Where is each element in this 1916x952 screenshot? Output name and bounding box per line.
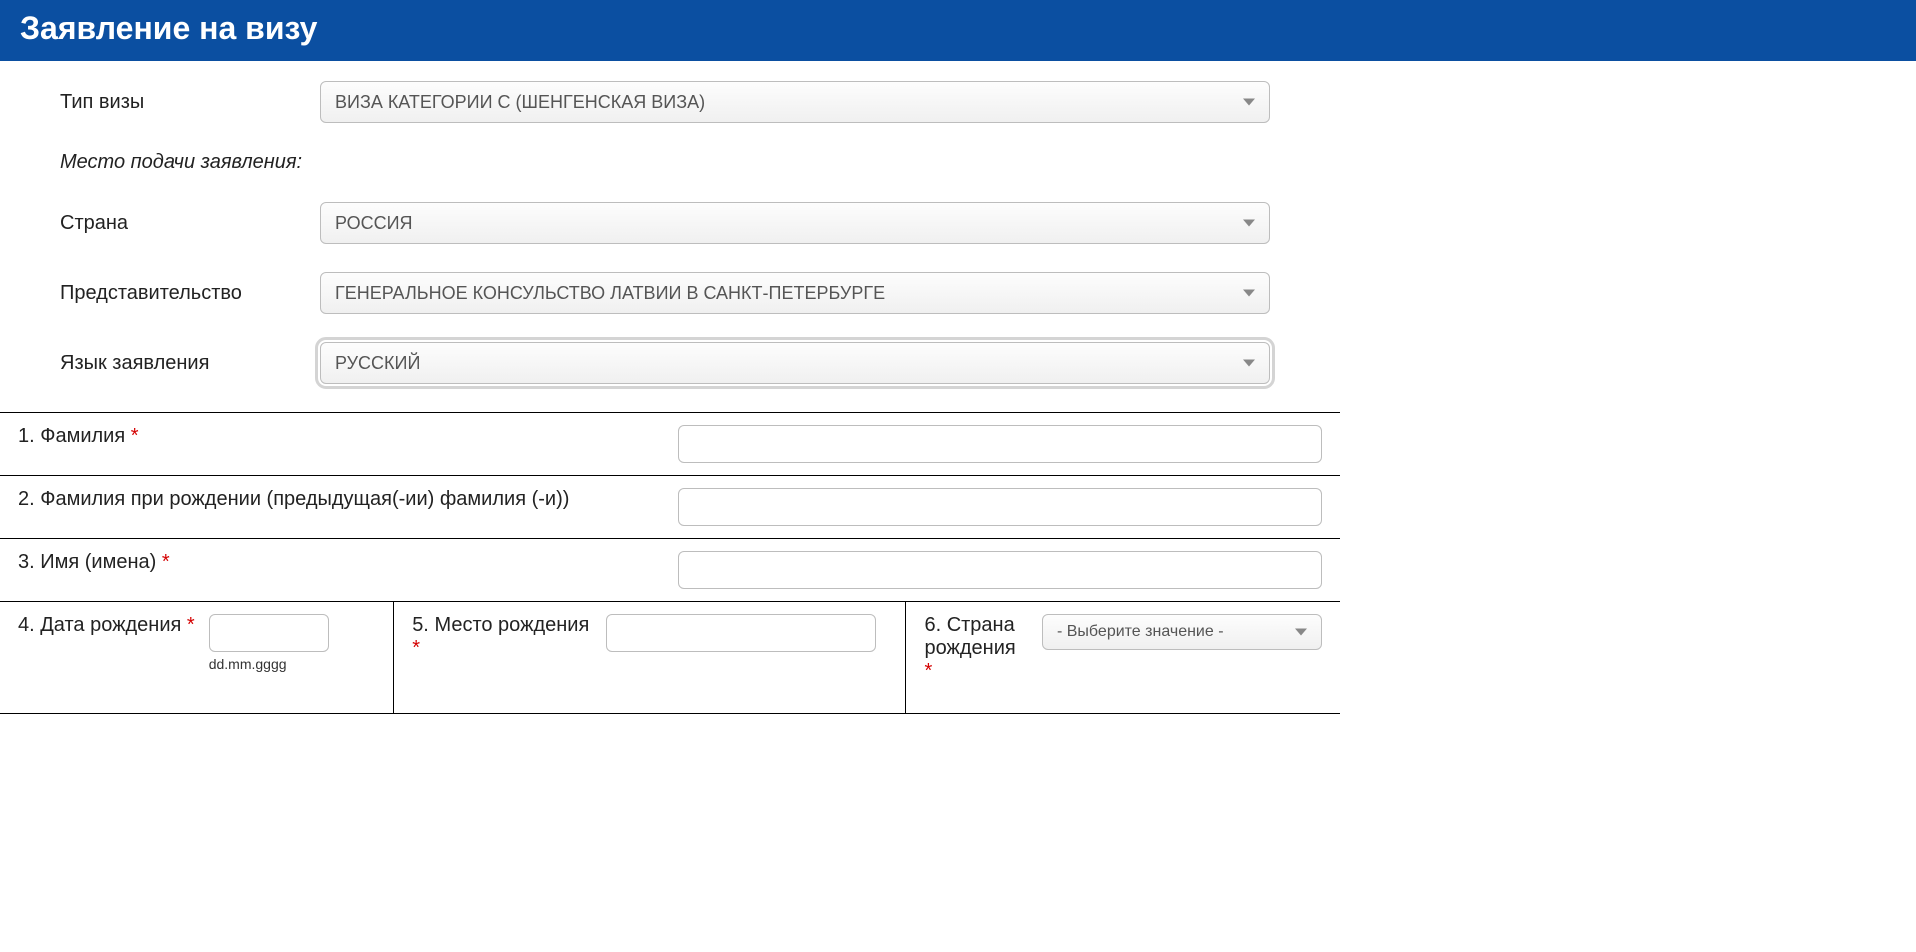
select-country-value: РОССИЯ bbox=[335, 213, 413, 234]
field-number: 5. bbox=[412, 614, 429, 636]
select-mission-value: ГЕНЕРАЛЬНОЕ КОНСУЛЬСТВО ЛАТВИИ В САНКТ-П… bbox=[335, 283, 885, 304]
field-number: 3. bbox=[18, 551, 35, 573]
page-header: Заявление на визу bbox=[0, 0, 1916, 61]
input-surname[interactable] bbox=[678, 425, 1322, 463]
select-cob-value: - Выберите значение - bbox=[1057, 623, 1224, 641]
field-label-text: Имя (имена) bbox=[40, 551, 156, 573]
cell-cob: 6. Страна рождения * - Выберите значение… bbox=[906, 602, 1340, 713]
field-label-text: Фамилия bbox=[40, 425, 125, 447]
cell-dob: 4. Дата рождения * dd.mm.gggg bbox=[0, 602, 394, 713]
required-marker: * bbox=[412, 637, 420, 659]
row-surname-at-birth: 2. Фамилия при рождении (предыдущая(-ии)… bbox=[0, 476, 1340, 539]
label-surname: 1. Фамилия * bbox=[18, 425, 678, 463]
input-pob[interactable] bbox=[606, 614, 876, 652]
required-marker: * bbox=[131, 425, 139, 447]
select-visa-type[interactable]: ВИЗА КАТЕГОРИИ C (ШЕНГЕНСКАЯ ВИЗА) bbox=[320, 81, 1270, 123]
select-visa-type-value: ВИЗА КАТЕГОРИИ C (ШЕНГЕНСКАЯ ВИЗА) bbox=[335, 92, 705, 113]
chevron-down-icon bbox=[1243, 360, 1255, 367]
row-surname: 1. Фамилия * bbox=[0, 413, 1340, 476]
field-label-text: Дата рождения bbox=[40, 614, 181, 636]
select-app-language-value: РУССКИЙ bbox=[335, 353, 420, 374]
label-dob: 4. Дата рождения * bbox=[18, 614, 209, 637]
label-mission: Представительство bbox=[60, 282, 320, 305]
label-pob: 5. Место рождения * bbox=[412, 614, 606, 660]
row-birth-info: 4. Дата рождения * dd.mm.gggg 5. Место р… bbox=[0, 602, 1340, 714]
cell-pob: 5. Место рождения * bbox=[394, 602, 906, 713]
input-surname-at-birth[interactable] bbox=[678, 488, 1322, 526]
select-mission[interactable]: ГЕНЕРАЛЬНОЕ КОНСУЛЬСТВО ЛАТВИИ В САНКТ-П… bbox=[320, 272, 1270, 314]
select-cob[interactable]: - Выберите значение - bbox=[1042, 614, 1322, 650]
chevron-down-icon bbox=[1295, 629, 1307, 636]
label-visa-type: Тип визы bbox=[60, 91, 320, 114]
input-dob[interactable] bbox=[209, 614, 329, 652]
row-mission: Представительство ГЕНЕРАЛЬНОЕ КОНСУЛЬСТВ… bbox=[60, 272, 1916, 314]
chevron-down-icon bbox=[1243, 99, 1255, 106]
field-number: 6. bbox=[924, 614, 941, 636]
row-given-names: 3. Имя (имена) * bbox=[0, 539, 1340, 602]
required-marker: * bbox=[187, 614, 195, 636]
field-number: 1. bbox=[18, 425, 35, 447]
field-label-text: Фамилия при рождении (предыдущая(-ии) фа… bbox=[40, 488, 569, 510]
select-app-language[interactable]: РУССКИЙ bbox=[320, 342, 1270, 384]
field-label-text: Место рождения bbox=[434, 614, 589, 636]
label-cob: 6. Страна рождения * bbox=[924, 614, 1042, 683]
label-submission-place: Место подачи заявления: bbox=[60, 151, 1916, 174]
field-number: 2. bbox=[18, 488, 35, 510]
row-country: Страна РОССИЯ bbox=[60, 202, 1916, 244]
page-title: Заявление на визу bbox=[20, 10, 1896, 47]
chevron-down-icon bbox=[1243, 290, 1255, 297]
row-app-language: Язык заявления РУССКИЙ bbox=[60, 342, 1916, 384]
applicant-fields: 1. Фамилия * 2. Фамилия при рождении (пр… bbox=[0, 412, 1340, 714]
required-marker: * bbox=[162, 551, 170, 573]
select-country[interactable]: РОССИЯ bbox=[320, 202, 1270, 244]
field-number: 4. bbox=[18, 614, 35, 636]
label-country: Страна bbox=[60, 212, 320, 235]
label-given-names: 3. Имя (имена) * bbox=[18, 551, 678, 589]
label-surname-at-birth: 2. Фамилия при рождении (предыдущая(-ии)… bbox=[18, 488, 678, 526]
chevron-down-icon bbox=[1243, 220, 1255, 227]
label-app-language: Язык заявления bbox=[60, 352, 320, 375]
hint-dob-format: dd.mm.gggg bbox=[209, 656, 329, 672]
application-meta: Тип визы ВИЗА КАТЕГОРИИ C (ШЕНГЕНСКАЯ ВИ… bbox=[0, 61, 1916, 412]
required-marker: * bbox=[924, 660, 932, 682]
input-given-names[interactable] bbox=[678, 551, 1322, 589]
row-visa-type: Тип визы ВИЗА КАТЕГОРИИ C (ШЕНГЕНСКАЯ ВИ… bbox=[60, 81, 1916, 123]
